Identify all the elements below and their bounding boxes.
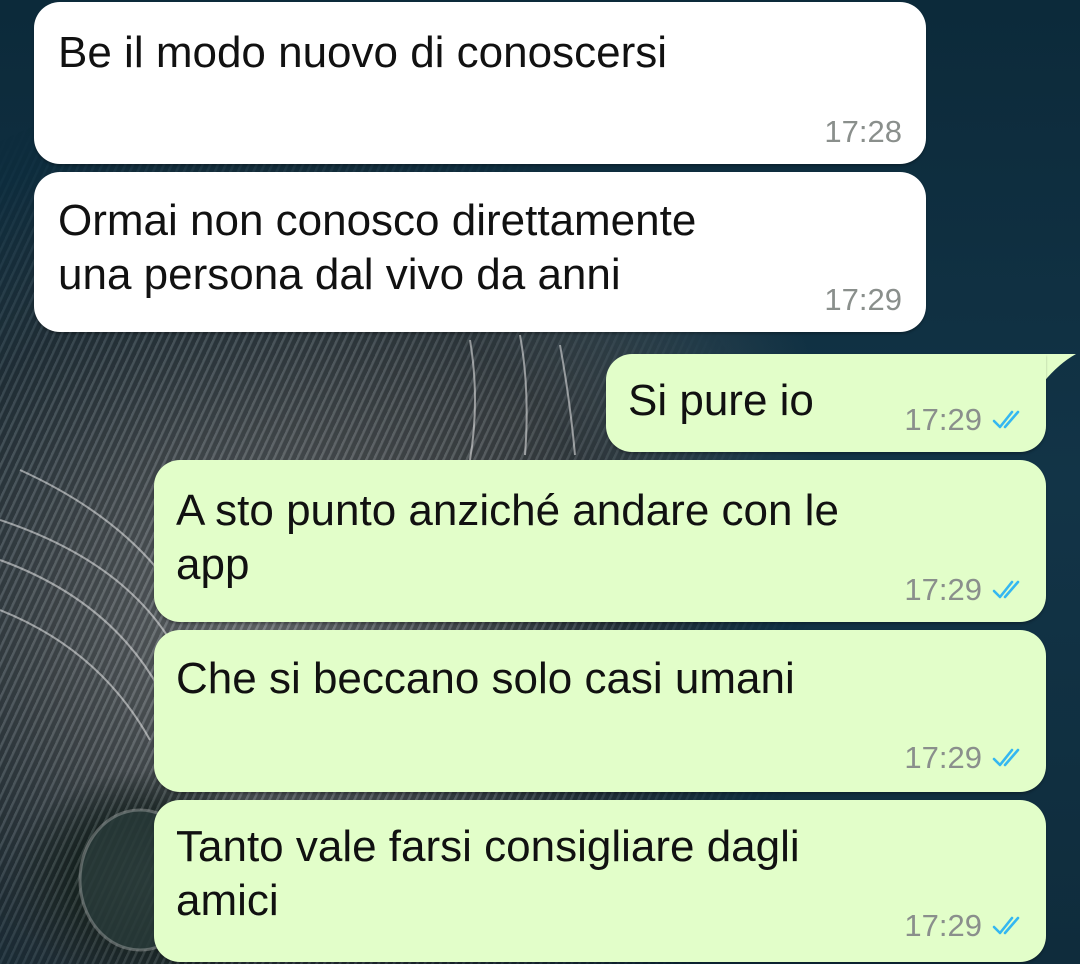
- message-text: Che si beccano solo casi umani: [176, 654, 795, 703]
- message-text: Ormai non conosco direttamente una perso…: [58, 196, 697, 299]
- double-check-read-icon: [992, 580, 1020, 599]
- message-meta: 17:29: [904, 572, 1026, 608]
- double-check-read-icon: [992, 916, 1020, 935]
- outgoing-message-bubble[interactable]: Che si beccano solo casi umani 17:29: [154, 630, 1046, 792]
- double-check-read-icon: [992, 410, 1020, 429]
- message-timestamp: 17:29: [904, 908, 982, 943]
- outgoing-message-bubble[interactable]: A sto punto anziché andare con le app 17…: [154, 460, 1046, 622]
- message-timestamp: 17:29: [824, 282, 902, 317]
- message-text: A sto punto anziché andare con le app: [176, 486, 839, 589]
- message-text: Si pure io: [628, 376, 814, 425]
- message-text: Be il modo nuovo di conoscersi: [58, 28, 667, 77]
- message-timestamp: 17:29: [904, 402, 982, 437]
- message-timestamp: 17:28: [824, 114, 902, 149]
- outgoing-message-bubble[interactable]: Si pure io 17:29: [606, 354, 1046, 452]
- message-timestamp: 17:29: [904, 740, 982, 775]
- message-text: Tanto vale farsi consigliare dagli amici: [176, 822, 800, 925]
- message-timestamp: 17:29: [904, 572, 982, 607]
- double-check-read-icon: [992, 748, 1020, 767]
- incoming-message-bubble[interactable]: Ormai non conosco direttamente una perso…: [34, 172, 926, 332]
- incoming-message-bubble[interactable]: Be il modo nuovo di conoscersi 17:28: [34, 2, 926, 164]
- message-meta: 17:29: [904, 908, 1026, 944]
- message-meta: 17:29: [904, 740, 1026, 776]
- outgoing-message-bubble[interactable]: Tanto vale farsi consigliare dagli amici…: [154, 800, 1046, 962]
- message-meta: 17:29: [904, 402, 1026, 438]
